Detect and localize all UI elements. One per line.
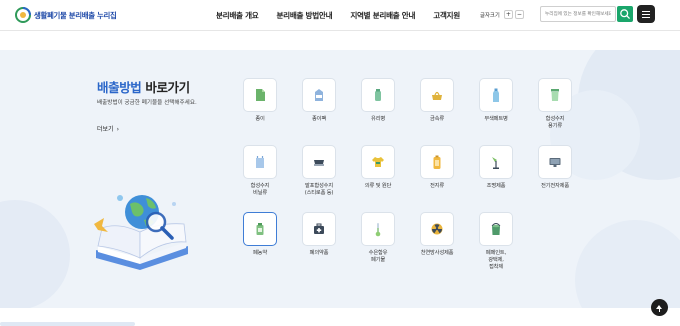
nav-item-overview[interactable]: 분리배출 개요 [216, 10, 259, 21]
paper-pack-icon [315, 89, 323, 101]
nav-item-regional[interactable]: 지역별 분리배출 안내 [350, 10, 415, 21]
category-tile[interactable] [243, 78, 277, 112]
medicine-icon [314, 223, 324, 234]
category-label: 합성수지 용기류 [545, 116, 565, 129]
category-plastic-container[interactable]: 합성수지 용기류 [538, 78, 572, 129]
category-label: 폐페인트, 광택제, 접착제 [485, 250, 507, 270]
category-tile[interactable] [302, 78, 336, 112]
styrofoam-icon [314, 160, 324, 166]
category-tile[interactable] [479, 145, 513, 179]
font-decrease-button[interactable]: − [514, 10, 524, 19]
battery-icon [433, 155, 441, 169]
globe-book-illustration [94, 195, 188, 270]
category-tile[interactable] [243, 145, 277, 179]
thermometer-icon [375, 223, 381, 237]
search-input[interactable] [540, 6, 616, 22]
clothes-icon [372, 157, 384, 167]
paper-icon [256, 89, 265, 101]
section-description: 배출방법이 궁금한 폐기물을 선택해주세요. [97, 100, 197, 106]
category-label: 발포합성수지 (스티로폼 등) [304, 183, 334, 196]
site-header: 생활폐기물 분리배출 누리집 분리배출 개요 분리배출 방법안내 지역별 분리배… [0, 0, 680, 31]
nav-item-method[interactable]: 분리배출 방법안내 [276, 10, 332, 21]
category-radioactive[interactable]: 천연방사성제품 [420, 212, 454, 256]
category-label: 종이팩 [311, 116, 327, 122]
logo-text: 생활폐기물 분리배출 누리집 [34, 10, 117, 20]
category-tile[interactable] [420, 145, 454, 179]
category-label: 금속류 [429, 116, 445, 122]
font-size-control: 글자크기 + − [480, 10, 526, 19]
category-label: 전기전자제품 [540, 183, 570, 189]
category-tile[interactable] [361, 145, 395, 179]
recycle-logo-icon [15, 7, 31, 23]
category-glass-bottle[interactable]: 유리병 [361, 78, 395, 122]
category-label: 폐의약품 [309, 250, 329, 256]
search-icon [620, 9, 630, 19]
menu-button[interactable] [637, 5, 655, 23]
category-tile[interactable] [479, 212, 513, 246]
category-tile-selected[interactable] [243, 212, 277, 246]
chevron-right-icon: › [116, 126, 119, 133]
category-label: 천연방사성제품 [420, 250, 454, 256]
search-button[interactable] [617, 6, 633, 22]
category-pet-bottle[interactable]: 무색페트병 [479, 78, 513, 122]
category-label: 의류 및 원단 [364, 183, 392, 189]
category-paper-pack[interactable]: 종이팩 [302, 78, 336, 122]
category-medicine[interactable]: 폐의약품 [302, 212, 336, 256]
scroll-top-button[interactable] [651, 299, 668, 316]
category-tile[interactable] [479, 78, 513, 112]
category-label: 전지류 [429, 183, 445, 189]
category-label: 수은함유 폐기물 [368, 250, 388, 263]
font-size-label: 글자크기 [480, 12, 500, 19]
category-tile[interactable] [420, 212, 454, 246]
monitor-icon [549, 158, 561, 167]
category-tile[interactable] [538, 145, 572, 179]
site-logo[interactable]: 생활폐기물 분리배출 누리집 [15, 7, 117, 23]
category-battery[interactable]: 전지류 [420, 145, 454, 189]
category-tile[interactable] [420, 78, 454, 112]
main-nav: 분리배출 개요 분리배출 방법안내 지역별 분리배출 안내 고객지원 [216, 10, 478, 21]
font-increase-button[interactable]: + [503, 10, 513, 19]
more-link[interactable]: 더보기 › [97, 124, 119, 133]
paint-can-icon [491, 223, 501, 235]
category-tile[interactable] [302, 212, 336, 246]
category-tile[interactable] [538, 78, 572, 112]
background-circle [0, 200, 70, 308]
radiation-icon [431, 223, 443, 235]
category-metal[interactable]: 금속류 [420, 78, 454, 122]
lamp-icon [492, 157, 499, 169]
vinyl-icon [256, 156, 264, 168]
metal-can-icon [432, 91, 442, 100]
category-label: 폐농약 [252, 250, 268, 256]
category-lamp[interactable]: 조명제품 [479, 145, 513, 189]
category-label: 조명제품 [486, 183, 506, 189]
category-clothes[interactable]: 의류 및 원단 [361, 145, 395, 189]
category-label: 무색페트병 [484, 116, 508, 122]
category-paper[interactable]: 종이 [243, 78, 277, 122]
category-pesticide[interactable]: 폐농약 [243, 212, 277, 256]
category-tile[interactable] [361, 212, 395, 246]
pet-bottle-icon [493, 88, 499, 102]
glass-bottle-icon [375, 89, 381, 101]
category-mercury[interactable]: 수은함유 폐기물 [361, 212, 395, 263]
category-styrofoam[interactable]: 발포합성수지 (스티로폼 등) [302, 145, 336, 196]
next-section-edge [0, 322, 135, 326]
pesticide-icon [256, 223, 264, 235]
category-tile[interactable] [302, 145, 336, 179]
nav-item-support[interactable]: 고객지원 [433, 10, 460, 21]
category-paint[interactable]: 폐페인트, 광택제, 접착제 [479, 212, 513, 270]
category-vinyl[interactable]: 합성수지 비닐류 [243, 145, 277, 196]
category-label: 종이 [255, 116, 265, 122]
category-tile[interactable] [361, 78, 395, 112]
hamburger-icon [642, 10, 650, 12]
plastic-container-icon [551, 89, 559, 101]
category-label: 합성수지 비닐류 [250, 183, 270, 196]
background-circle [575, 220, 680, 308]
category-label: 유리병 [370, 116, 386, 122]
category-electronics[interactable]: 전기전자제품 [538, 145, 572, 189]
section-title: 배출방법 바로가기 [97, 80, 190, 95]
